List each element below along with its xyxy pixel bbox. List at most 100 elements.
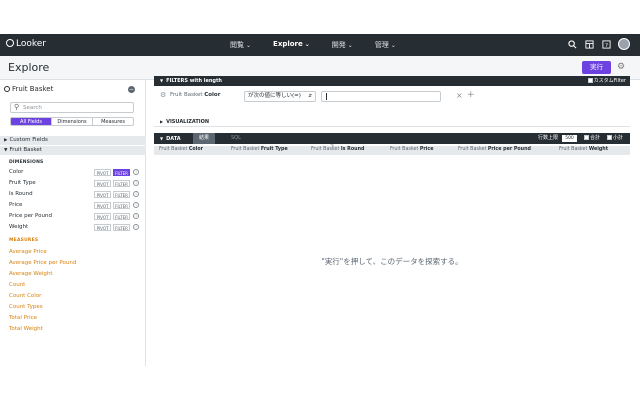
tab-measures[interactable]: Measures	[93, 118, 133, 125]
gear-icon[interactable]: ⚙	[160, 91, 166, 99]
filter-button[interactable]: FILTER	[113, 191, 130, 198]
looker-logo[interactable]: Looker	[6, 39, 46, 49]
add-filter-icon[interactable]: +	[467, 90, 475, 100]
pivot-button[interactable]: PIVOT	[94, 213, 111, 220]
subtotals-toggle[interactable]: 小計	[607, 133, 623, 144]
column-name: Weight	[588, 147, 609, 152]
explore-icon	[4, 86, 10, 92]
filter-value-input[interactable]	[321, 91, 441, 102]
nav-item-label: Explore	[273, 40, 303, 48]
column-header[interactable]: Fruit Basket Price	[390, 147, 433, 152]
tab-dimensions[interactable]: Dimensions	[52, 118, 93, 125]
svg-text:?: ?	[605, 42, 608, 48]
subtotals-label: 小計	[613, 135, 624, 141]
measure-total-weight[interactable]: Total Weight	[9, 326, 43, 332]
column-name: Color	[188, 147, 203, 152]
pivot-button[interactable]: PIVOT	[94, 180, 111, 187]
column-header[interactable]: Fruit Basket Fruit Type	[231, 147, 288, 152]
user-avatar[interactable]	[618, 38, 630, 50]
checkbox-icon	[584, 135, 589, 140]
checkbox-icon	[607, 135, 612, 140]
measure-count-types[interactable]: Count Types	[9, 304, 43, 310]
nav-menu: 閲覧 ⌄ Explore ⌄ 開発 ⌄ 管理 ⌄	[230, 40, 418, 50]
collapse-panel-icon[interactable]: −	[128, 86, 135, 93]
help-icon[interactable]: ?	[601, 39, 612, 50]
empty-results-message: "実行"を押して、このデータを探索する。	[321, 257, 463, 266]
info-icon[interactable]: i	[133, 180, 139, 186]
measure-count-color[interactable]: Count Color	[9, 293, 41, 299]
field-type-tabs: All Fields Dimensions Measures	[10, 117, 134, 126]
column-name: Is Round	[340, 147, 365, 152]
search-icon: ⚲	[14, 103, 20, 111]
dimension-row-weight[interactable]: Weight PIVOT FILTER i	[9, 223, 141, 232]
filter-operator-select[interactable]: が次の値に等しい(=) ⇵	[244, 91, 316, 102]
filter-button[interactable]: FILTER	[113, 224, 130, 231]
filter-field-prefix: Fruit Basket	[170, 92, 205, 98]
info-icon[interactable]: i	[133, 202, 139, 208]
pivot-button[interactable]: PIVOT	[94, 202, 111, 209]
group-custom-fields[interactable]: ▶ Custom Fields	[0, 136, 146, 145]
filter-row: ⚙ Fruit Basket Color が次の値に等しい(=) ⇵ × +	[154, 90, 630, 112]
group-label: Fruit Basket	[9, 147, 42, 153]
dimension-row-price-per-pound[interactable]: Price per Pound PIVOT FILTER i	[9, 212, 141, 221]
dimension-row-is-round[interactable]: Is Round PIVOT FILTER i	[9, 190, 141, 199]
dimension-label: Price per Pound	[9, 213, 52, 219]
info-icon[interactable]: i	[133, 191, 139, 197]
marketplace-icon[interactable]	[584, 39, 595, 50]
field-search-input[interactable]: ⚲ Search	[10, 102, 134, 113]
caret-right-icon: ▶	[4, 138, 8, 143]
tab-sql[interactable]: SQL	[225, 133, 247, 144]
pivot-button[interactable]: PIVOT	[94, 191, 111, 198]
filter-button[interactable]: FILTER	[113, 180, 130, 187]
totals-label: 合計	[590, 135, 601, 141]
dimension-row-fruit-type[interactable]: Fruit Type PIVOT FILTER i	[9, 179, 141, 188]
info-icon[interactable]: i	[133, 213, 139, 219]
remove-filter-icon[interactable]: ×	[456, 91, 463, 100]
dimension-row-price[interactable]: Price PIVOT FILTER i	[9, 201, 141, 210]
pivot-button[interactable]: PIVOT	[94, 169, 111, 176]
filter-button[interactable]: FILTER	[113, 169, 130, 176]
nav-item-browse[interactable]: 閲覧 ⌄	[230, 40, 251, 50]
chevron-down-icon: ⌄	[390, 42, 396, 49]
measure-average-price-per-pound[interactable]: Average Price per Pound	[9, 260, 76, 266]
data-toggle[interactable]: ▼ DATA	[160, 133, 181, 145]
measure-count[interactable]: Count	[9, 282, 25, 288]
filters-bar[interactable]: ▼ FILTERS with length カスタムFilter	[154, 76, 630, 86]
search-icon[interactable]	[567, 39, 578, 50]
dimension-row-color[interactable]: Color PIVOT FILTER i	[9, 168, 141, 177]
measure-total-price[interactable]: Total Price	[9, 315, 37, 321]
custom-filter-label: カスタムFilter	[593, 78, 626, 84]
row-limit-input[interactable]: 500	[562, 135, 577, 142]
tab-all-fields[interactable]: All Fields	[11, 118, 52, 125]
column-header[interactable]: Fruit Basket Color	[159, 147, 203, 152]
visualization-bar[interactable]: ▶ VISUALIZATION	[154, 116, 630, 127]
nav-item-develop[interactable]: 開発 ⌄	[332, 40, 353, 50]
measure-average-weight[interactable]: Average Weight	[9, 271, 53, 277]
totals-toggle[interactable]: 合計	[584, 133, 600, 144]
text-cursor	[326, 93, 327, 100]
group-fruit-basket[interactable]: ▼ Fruit Basket	[0, 146, 146, 155]
column-name: Fruit Type	[260, 147, 288, 152]
run-button[interactable]: 実行	[582, 61, 611, 74]
column-prefix: Fruit Basket	[231, 147, 261, 152]
pivot-button[interactable]: PIVOT	[94, 224, 111, 231]
nav-item-explore[interactable]: Explore ⌄	[273, 40, 310, 50]
info-icon[interactable]: i	[133, 224, 139, 230]
tab-results[interactable]: 結果	[193, 133, 216, 144]
select-arrows-icon: ⇵	[308, 94, 312, 99]
data-title: DATA	[166, 136, 181, 142]
filter-button[interactable]: FILTER	[113, 202, 130, 209]
column-header[interactable]: Fruit Basket Weight	[559, 147, 608, 152]
custom-filter-toggle[interactable]: カスタムFilter	[587, 76, 626, 86]
column-header[interactable]: Fruit Basket Price per Pound	[458, 147, 531, 152]
gear-icon[interactable]: ⚙	[617, 62, 625, 72]
dimension-label: Weight	[9, 224, 29, 230]
info-icon[interactable]: i	[133, 169, 139, 175]
data-table-header: Fruit Basket Color Fruit Basket Fruit Ty…	[154, 146, 630, 155]
column-header[interactable]: Fruit Basket Is Round	[311, 147, 364, 152]
nav-item-admin[interactable]: 管理 ⌄	[375, 40, 396, 50]
row-limit-label: 行数上限	[538, 135, 559, 141]
measure-average-price[interactable]: Average Price	[9, 249, 47, 255]
filter-button[interactable]: FILTER	[113, 213, 130, 220]
data-bar: ▼ DATA 結果 SQL 行数上限 500 合計 小計	[154, 133, 630, 144]
